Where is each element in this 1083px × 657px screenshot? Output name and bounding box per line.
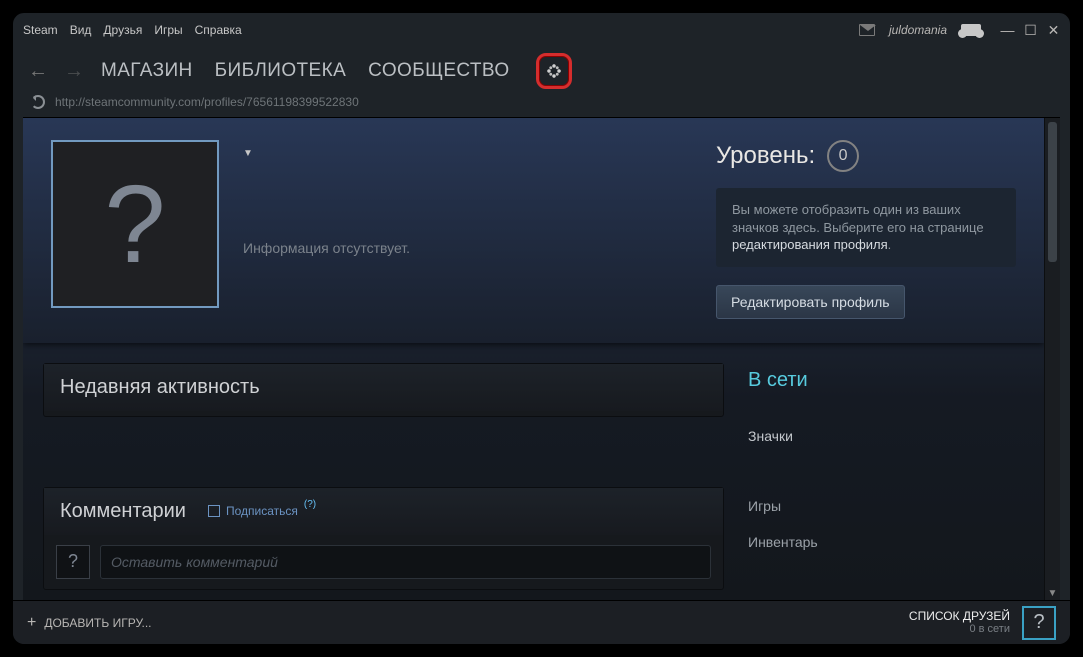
add-game-label: ДОБАВИТЬ ИГРУ...	[44, 616, 151, 630]
close-button[interactable]: ✕	[1047, 24, 1060, 37]
level-value: 0	[827, 140, 859, 172]
menu-games[interactable]: Игры	[154, 23, 182, 37]
help-button[interactable]: ?	[1022, 606, 1056, 640]
menu-view[interactable]: Вид	[70, 23, 92, 37]
friends-list-button[interactable]: СПИСОК ДРУЗЕЙ 0 в сети	[909, 609, 1010, 637]
minimize-button[interactable]: —	[1001, 24, 1014, 37]
main-nav: ← → МАГАЗИН БИБЛИОТЕКА СООБЩЕСТВО	[13, 47, 1070, 95]
profile-no-info: Информация отсутствует.	[243, 240, 716, 256]
maximize-button[interactable]: ☐	[1024, 24, 1037, 37]
profile-header: ? ▼ Информация отсутствует. Уровень: 0 В…	[23, 118, 1044, 343]
badge-hint: Вы можете отобразить один из ваших значк…	[716, 188, 1016, 267]
friends-online-count: 0 в сети	[909, 623, 1010, 636]
subscribe-help-icon[interactable]: (?)	[304, 499, 316, 510]
avatar-placeholder-icon: ?	[104, 161, 165, 288]
nav-forward-button[interactable]: →	[65, 62, 83, 80]
badge-hint-text-suffix: .	[888, 237, 892, 252]
badge-hint-text-prefix: Вы можете отобразить один из ваших значк…	[732, 202, 984, 235]
menubar-menus: Steam Вид Друзья Игры Справка	[23, 23, 242, 37]
refresh-icon[interactable]	[31, 95, 45, 109]
nav-back-button[interactable]: ←	[29, 62, 47, 80]
recent-activity-title: Недавняя активность	[44, 364, 723, 411]
scrollbar[interactable]: ▲ ▼	[1044, 118, 1060, 600]
comments-panel: Комментарии Подписаться (?) ? Оставить к…	[43, 487, 724, 590]
scrollbar-thumb[interactable]	[1048, 122, 1057, 262]
subscribe-label: Подписаться	[226, 504, 298, 518]
badge-hint-link[interactable]: редактирования профиля	[732, 237, 888, 252]
plus-icon: +	[27, 614, 36, 632]
add-game-button[interactable]: + ДОБАВИТЬ ИГРУ...	[27, 614, 151, 632]
loading-spinner-icon	[545, 62, 563, 80]
avatar[interactable]: ?	[51, 140, 219, 308]
sidebar-link-inventory[interactable]: Инвентарь	[748, 524, 1024, 560]
recent-activity-panel: Недавняя активность	[43, 363, 724, 417]
friends-list-title: СПИСОК ДРУЗЕЙ	[909, 609, 1010, 623]
menu-steam[interactable]: Steam	[23, 23, 58, 37]
comment-input[interactable]: Оставить комментарий	[100, 545, 711, 579]
mail-icon[interactable]	[859, 24, 875, 36]
menu-friends[interactable]: Друзья	[103, 23, 142, 37]
menubar: Steam Вид Друзья Игры Справка juldomania…	[13, 13, 1070, 47]
nav-tab-store[interactable]: МАГАЗИН	[101, 60, 193, 82]
nav-tab-profile-highlight	[536, 53, 572, 89]
nav-tab-library[interactable]: БИБЛИОТЕКА	[215, 60, 347, 82]
gamepad-icon[interactable]	[961, 24, 981, 36]
sidebar-link-badges[interactable]: Значки	[748, 418, 1024, 454]
nav-tab-community[interactable]: СООБЩЕСТВО	[368, 60, 509, 82]
scroll-down-icon[interactable]: ▼	[1045, 586, 1060, 600]
sidebar-link-games[interactable]: Игры	[748, 488, 1024, 524]
menu-help[interactable]: Справка	[195, 23, 242, 37]
online-status: В сети	[748, 369, 1024, 392]
subscribe-toggle[interactable]: Подписаться (?)	[208, 504, 316, 518]
comments-title: Комментарии	[60, 500, 186, 523]
username-label[interactable]: juldomania	[889, 23, 947, 37]
avatar-small: ?	[56, 545, 90, 579]
url-bar: http://steamcommunity.com/profiles/76561…	[13, 95, 1070, 117]
bottombar: + ДОБАВИТЬ ИГРУ... СПИСОК ДРУЗЕЙ 0 в сет…	[13, 600, 1070, 644]
edit-profile-button[interactable]: Редактировать профиль	[716, 285, 905, 319]
level-label: Уровень:	[716, 142, 815, 170]
checkbox-icon	[208, 505, 220, 517]
profile-dropdown-caret[interactable]: ▼	[243, 148, 253, 159]
content-area: ? ▼ Информация отсутствует. Уровень: 0 В…	[23, 118, 1044, 600]
profile-sidebar: В сети Значки Игры Инвентарь	[744, 363, 1024, 590]
url-text[interactable]: http://steamcommunity.com/profiles/76561…	[55, 95, 359, 109]
